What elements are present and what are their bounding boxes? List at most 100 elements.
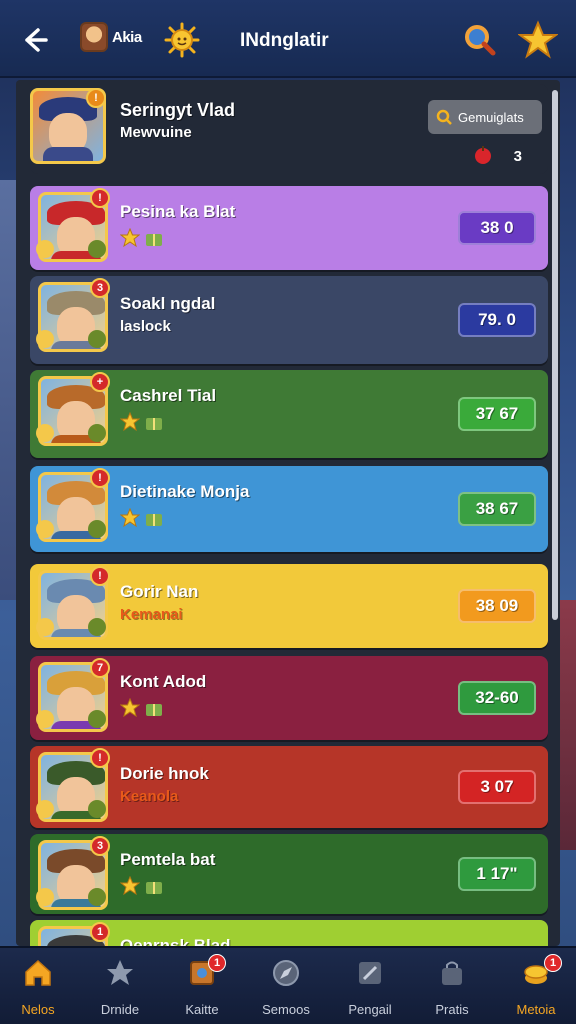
gift-icon [146, 882, 162, 894]
rank-badge: ! [86, 88, 106, 108]
score-badge: 38 09 [458, 589, 536, 623]
leaderboard-row[interactable]: 1 Oenrnsk Blad [30, 920, 548, 946]
user-name: Akia [112, 28, 142, 46]
level-badge [36, 520, 54, 538]
leaderboard-row[interactable]: 3 Pemtela bat 1 17" [30, 834, 548, 914]
nav-label: Metoia [516, 1002, 556, 1017]
leaderboard-row[interactable]: ! Dietinake Monja 38 67 [30, 466, 548, 552]
rank-badge: 3 [90, 278, 110, 298]
class-badge [88, 800, 106, 818]
nav-cards[interactable]: 1 Kaitte [166, 954, 238, 1022]
score-badge: 37 67 [458, 397, 536, 431]
star-icon [120, 698, 140, 718]
star-icon [120, 508, 140, 528]
bag-icon [442, 961, 462, 985]
nav-explore[interactable]: Semoos [250, 958, 322, 1022]
player-name: Pemtela bat [120, 850, 216, 869]
featured-player-card[interactable]: ! Seringyt Vlad Mewvuine Gemuiglats 3 [30, 84, 548, 174]
settings-chip-button[interactable]: Gemuiglats [428, 100, 542, 134]
score-badge: 38 67 [458, 492, 536, 526]
apple-icon [475, 146, 491, 164]
search-icon [465, 25, 496, 56]
player-name: Dietinake Monja [120, 482, 250, 501]
star-icon [120, 876, 140, 896]
star-icon [120, 228, 140, 248]
player-subtitle: Keanola [120, 788, 179, 805]
player-name: Pesina ka Blat [120, 202, 236, 221]
level-badge [36, 424, 54, 442]
player-name: Cashrel Tial [120, 386, 217, 405]
top-bar: Akia INdnglatir [0, 0, 576, 78]
user-chip[interactable]: Akia [80, 22, 142, 52]
leaderboard-row[interactable]: ! Dorie hnok Keanola 3 07 [30, 746, 548, 828]
rank-badge: 3 [90, 836, 110, 856]
nav-favorites[interactable]: Drnide [84, 958, 156, 1022]
player-name: Gorir Nan [120, 582, 199, 601]
rank-badge: ! [90, 748, 110, 768]
leaderboard-row[interactable]: + Cashrel Tial 37 67 [30, 370, 548, 458]
score-badge: 79. 0 [458, 303, 536, 337]
leaderboard-row[interactable]: ! Pesina ka Blat 38 0 [30, 186, 548, 270]
player-name: Oenrnsk Blad [120, 936, 231, 946]
scrollbar[interactable] [552, 90, 558, 620]
leaderboard-row[interactable]: ! Gorir Nan Kemanai 38 09 [30, 564, 548, 648]
nav-shop[interactable]: Pratis [416, 958, 488, 1022]
notification-badge: 1 [208, 954, 226, 972]
level-badge [36, 330, 54, 348]
gift-icon [146, 514, 162, 526]
leaderboard-row[interactable]: 7 Kont Adod 32-60 [30, 656, 548, 740]
avatar [80, 22, 108, 52]
player-subtitle: Mewvuine [120, 124, 192, 141]
nav-label: Nelos [21, 1002, 55, 1017]
gift-icon [146, 704, 162, 716]
screen-title: INdnglatir [240, 30, 329, 51]
item-icons [120, 876, 164, 896]
rank-badge: 1 [90, 922, 110, 942]
home-icon [25, 959, 51, 986]
leaderboard-panel: ! Seringyt Vlad Mewvuine Gemuiglats 3 ! P… [16, 80, 560, 946]
score-badge: 1 17" [458, 857, 536, 891]
compass-icon [273, 960, 299, 986]
nav-edit[interactable]: Pengail [334, 958, 406, 1022]
nav-label: Pengail [348, 1002, 392, 1017]
player-name: Kont Adod [120, 672, 207, 691]
rank-badge: 7 [90, 658, 110, 678]
score-badge: 38 0 [458, 211, 536, 245]
class-badge [88, 330, 106, 348]
bottom-navigation: Nelos Drnide 1 Kaitte Semoos Pengail Pra… [0, 946, 576, 1024]
leaderboard-row[interactable]: 3 Soakl ngdal laslock 79. 0 [30, 276, 548, 364]
rank-badge: + [90, 372, 110, 392]
player-name: Seringyt Vlad [120, 100, 236, 120]
nav-label: Drnide [100, 1002, 140, 1017]
nav-rewards[interactable]: 1 Metoia [500, 954, 572, 1022]
rank-badge: ! [90, 188, 110, 208]
player-subtitle: Kemanai [120, 606, 183, 623]
class-badge [88, 888, 106, 906]
rank-badge: ! [90, 566, 110, 586]
class-badge [88, 710, 106, 728]
rank-badge: ! [90, 468, 110, 488]
level-badge [36, 800, 54, 818]
item-icons [120, 698, 164, 718]
gift-icon [146, 418, 162, 430]
back-arrow-icon [25, 28, 48, 52]
search-icon [436, 109, 452, 125]
score-badge: 3 07 [458, 770, 536, 804]
item-icons [120, 228, 164, 248]
search-button[interactable] [462, 22, 498, 58]
star-icon [107, 960, 133, 985]
back-button[interactable] [16, 22, 52, 58]
class-badge [88, 240, 106, 258]
notification-badge: 1 [544, 954, 562, 972]
nav-home[interactable]: Nelos [2, 958, 74, 1022]
level-badge [36, 240, 54, 258]
level-badge [36, 888, 54, 906]
player-name: Dorie hnok [120, 764, 209, 783]
favorites-button[interactable] [516, 20, 560, 60]
class-badge [88, 424, 106, 442]
nav-label: Pratis [435, 1002, 469, 1017]
class-badge [88, 520, 106, 538]
star-icon [516, 20, 560, 59]
pencil-icon [359, 962, 381, 984]
sun-icon [164, 22, 200, 58]
